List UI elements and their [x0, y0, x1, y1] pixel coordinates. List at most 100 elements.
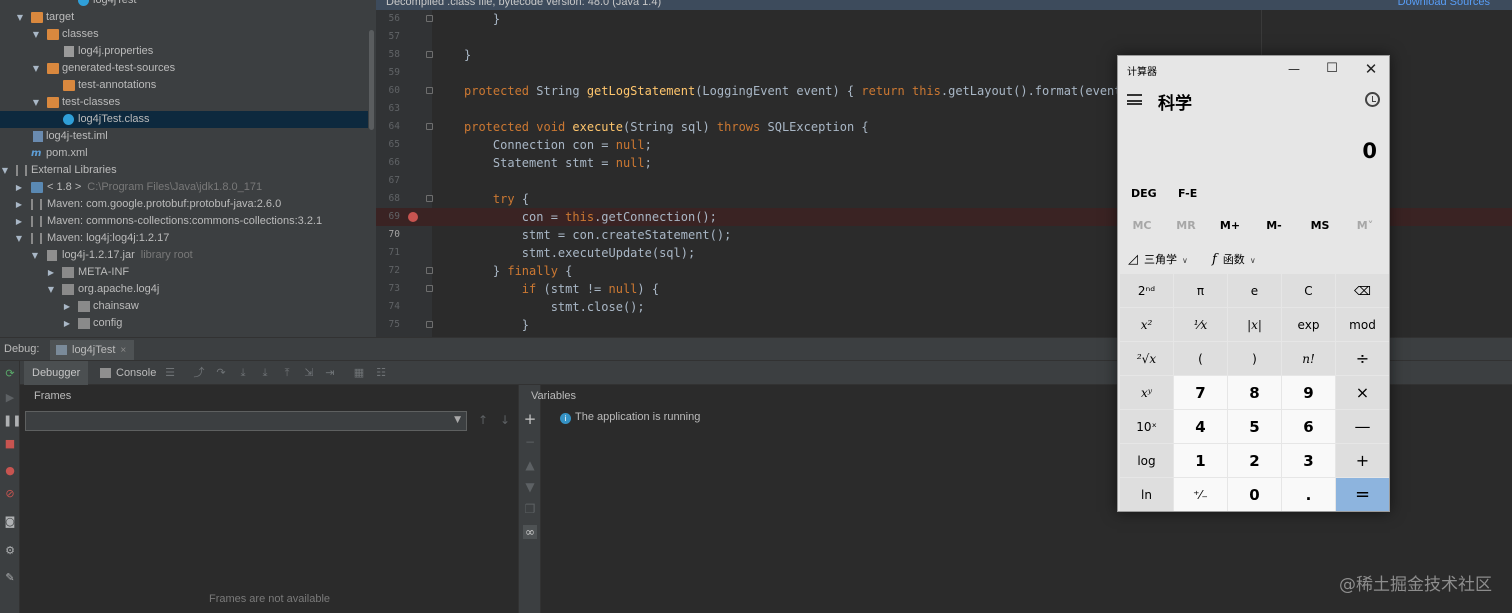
memory-store-button[interactable]: MS	[1298, 219, 1342, 232]
power-button[interactable]: xʸ	[1120, 376, 1173, 409]
copy-icon[interactable]: ❐	[523, 502, 537, 516]
fold-marker-icon[interactable]	[426, 123, 433, 130]
square-root-button[interactable]: ²√x	[1120, 342, 1173, 375]
digit-8-button[interactable]: 8	[1228, 376, 1281, 409]
digit-0-button[interactable]: 0	[1228, 478, 1281, 511]
digit-4-button[interactable]: 4	[1174, 410, 1227, 443]
chevron-right-icon[interactable]: ▶	[62, 315, 72, 332]
run-to-cursor-icon[interactable]: ⇥	[323, 366, 337, 380]
tree-item-iml[interactable]: log4j-test.iml	[0, 128, 368, 145]
chevron-right-icon[interactable]: ▶	[46, 264, 56, 281]
add-button[interactable]: +	[1336, 444, 1389, 477]
function-menu[interactable]: f 函数 ∨	[1212, 251, 1256, 267]
tree-scrollbar[interactable]	[369, 30, 374, 130]
fold-marker-icon[interactable]	[426, 267, 433, 274]
view-breakpoints-icon[interactable]: ●	[3, 464, 17, 478]
digit-9-button[interactable]: 9	[1282, 376, 1335, 409]
chevron-right-icon[interactable]: ▶	[62, 298, 72, 315]
ten-power-button[interactable]: 10ˣ	[1120, 410, 1173, 443]
ln-button[interactable]: ln	[1120, 478, 1173, 511]
tree-item-test-classes[interactable]: ▼ test-classes	[0, 94, 368, 111]
pi-button[interactable]: π	[1174, 274, 1227, 307]
fold-marker-icon[interactable]	[426, 285, 433, 292]
chevron-right-icon[interactable]: ▶	[14, 213, 24, 230]
angle-unit-button[interactable]: DEG	[1131, 187, 1157, 200]
chevron-down-icon[interactable]: ▼	[31, 60, 41, 77]
absolute-button[interactable]: |x|	[1228, 308, 1281, 341]
mod-button[interactable]: mod	[1336, 308, 1389, 341]
thread-select[interactable]: ▼	[25, 411, 467, 431]
exp-button[interactable]: exp	[1282, 308, 1335, 341]
tree-item[interactable]: log4jTest	[0, 0, 368, 9]
fold-marker-icon[interactable]	[426, 15, 433, 22]
digit-2-button[interactable]: 2	[1228, 444, 1281, 477]
memory-list-button[interactable]: M˅	[1343, 219, 1387, 232]
pause-icon[interactable]: ❚❚	[3, 414, 21, 428]
decimal-button[interactable]: .	[1282, 478, 1335, 511]
evaluate-expression-icon[interactable]: ▦	[352, 366, 366, 380]
tree-item-pom[interactable]: m pom.xml	[0, 145, 368, 162]
gear-icon[interactable]: ⚙	[3, 544, 17, 558]
step-into-icon[interactable]: ⤓	[236, 366, 250, 380]
close-icon[interactable]: ✕	[1362, 60, 1380, 78]
tree-item-log4j[interactable]: ▼ Maven: log4j:log4j:1.2.17	[0, 230, 368, 247]
pin-icon[interactable]: ✎	[3, 571, 17, 585]
history-icon[interactable]	[1365, 92, 1380, 107]
tree-item-meta-inf[interactable]: ▶ META-INF	[0, 264, 368, 281]
show-execution-point-icon[interactable]: ⤴	[192, 366, 206, 380]
move-down-icon[interactable]: ▼	[523, 480, 537, 494]
step-out-icon[interactable]: ⤒	[280, 366, 294, 380]
open-paren-button[interactable]: (	[1174, 342, 1227, 375]
tree-item-classes[interactable]: ▼ classes	[0, 26, 368, 43]
camera-icon[interactable]: ◙	[3, 515, 17, 529]
chevron-right-icon[interactable]: ▶	[14, 179, 24, 196]
resume-icon[interactable]: ▶	[3, 391, 17, 405]
step-over-icon[interactable]: ↷	[214, 366, 228, 380]
e-button[interactable]: e	[1228, 274, 1281, 307]
tree-item-jdk[interactable]: ▶ < 1.8 > C:\Program Files\Java\jdk1.8.0_…	[0, 179, 368, 196]
add-watch-icon[interactable]: +	[523, 412, 537, 427]
force-step-into-icon[interactable]: ⤓	[258, 366, 272, 380]
tree-item-chainsaw[interactable]: ▶ chainsaw	[0, 298, 368, 315]
digit-7-button[interactable]: 7	[1174, 376, 1227, 409]
tree-item-log4j-jar[interactable]: ▼ log4j-1.2.17.jar library root	[0, 247, 368, 264]
chevron-right-icon[interactable]: ▶	[14, 196, 24, 213]
chevron-down-icon[interactable]: ▼	[46, 281, 56, 298]
digit-1-button[interactable]: 1	[1174, 444, 1227, 477]
factorial-button[interactable]: n!	[1282, 342, 1335, 375]
fold-marker-icon[interactable]	[426, 195, 433, 202]
memory-recall-button[interactable]: MR	[1164, 219, 1208, 232]
log-button[interactable]: log	[1120, 444, 1173, 477]
tree-item-commons-collections[interactable]: ▶ Maven: commons-collections:commons-col…	[0, 213, 368, 230]
memory-subtract-button[interactable]: M-	[1252, 219, 1296, 232]
memory-add-button[interactable]: M+	[1208, 219, 1252, 232]
breakpoint-icon[interactable]	[408, 212, 418, 222]
second-button[interactable]: 2ⁿᵈ	[1120, 274, 1173, 307]
chevron-down-icon[interactable]: ▼	[15, 9, 25, 26]
digit-3-button[interactable]: 3	[1282, 444, 1335, 477]
fold-marker-icon[interactable]	[426, 51, 433, 58]
backspace-button[interactable]: ⌫	[1336, 274, 1389, 307]
fold-marker-icon[interactable]	[426, 321, 433, 328]
chevron-down-icon[interactable]: ▼	[30, 247, 40, 264]
tree-item-log4jtest-class[interactable]: log4jTest.class	[0, 111, 368, 128]
tab-console[interactable]: Console	[94, 361, 162, 385]
debug-session-tab[interactable]: log4jTest ×	[50, 340, 135, 360]
digit-5-button[interactable]: 5	[1228, 410, 1281, 443]
tree-item-config[interactable]: ▶ config	[0, 315, 368, 332]
maximize-icon[interactable]: ☐	[1323, 60, 1341, 78]
mute-breakpoints-icon[interactable]: ⊘	[3, 487, 17, 501]
move-up-icon[interactable]: ▲	[523, 458, 537, 472]
equals-button[interactable]: =	[1336, 478, 1389, 511]
trigonometry-menu[interactable]: ◿ 三角学 ∨	[1128, 251, 1188, 267]
divide-button[interactable]: ÷	[1336, 342, 1389, 375]
remove-watch-icon[interactable]: −	[523, 435, 537, 449]
reciprocal-button[interactable]: ¹⁄x	[1174, 308, 1227, 341]
hamburger-menu-icon[interactable]	[1127, 94, 1142, 105]
square-button[interactable]: x²	[1120, 308, 1173, 341]
tree-item-org-apache-log4j[interactable]: ▼ org.apache.log4j	[0, 281, 368, 298]
close-paren-button[interactable]: )	[1228, 342, 1281, 375]
digit-6-button[interactable]: 6	[1282, 410, 1335, 443]
arrow-up-icon[interactable]: ↑	[476, 413, 490, 427]
negate-button[interactable]: ⁺⁄₋	[1174, 478, 1227, 511]
